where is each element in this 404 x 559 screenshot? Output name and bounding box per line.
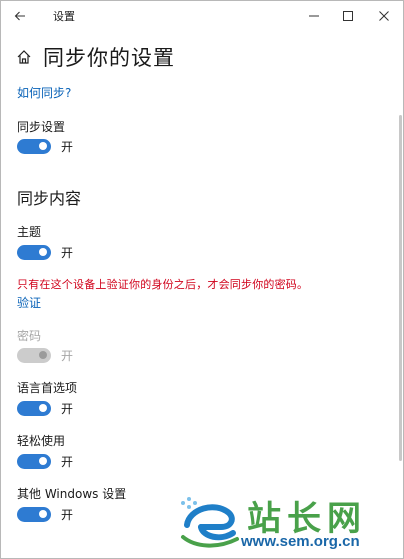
minimize-button[interactable] — [297, 1, 331, 31]
theme-state: 开 — [61, 245, 74, 260]
theme-toggle[interactable] — [17, 244, 51, 260]
page-header: 同步你的设置 — [1, 39, 403, 75]
toggle-knob — [39, 457, 47, 465]
scrollbar-thumb[interactable] — [399, 115, 402, 461]
home-icon[interactable] — [16, 49, 32, 65]
password-warning-text: 只有在这个设备上验证你的身份之后，才会同步你的密码。 — [17, 278, 309, 291]
sync-content-heading: 同步内容 — [17, 189, 82, 208]
other-windows-settings-state: 开 — [61, 507, 74, 522]
ease-of-access-toggle-row: 开 — [17, 451, 73, 471]
back-arrow-icon — [14, 11, 25, 21]
verify-link[interactable]: 验证 — [17, 294, 41, 311]
ease-of-access-label: 轻松使用 — [17, 434, 66, 448]
watermark: 站长网 www.sem.org.cn — [177, 489, 399, 555]
sync-settings-toggle[interactable] — [17, 138, 51, 154]
language-preferences-toggle[interactable] — [17, 400, 51, 416]
language-preferences-state: 开 — [61, 401, 74, 416]
toggle-knob — [39, 142, 47, 150]
settings-content: 如何同步? 同步设置 开 同步内容 主题 开 只有在这个设备上验证你的身份之后，… — [1, 79, 397, 558]
settings-window: 设置 同步你的设置 如何同步? 同步设置 开 同步内容 主题 开 只有在这个设备… — [0, 0, 404, 559]
sync-settings-label: 同步设置 — [17, 120, 66, 134]
maximize-button[interactable] — [331, 1, 365, 31]
toggle-knob — [39, 510, 47, 518]
password-label: 密码 — [17, 329, 42, 343]
sync-settings-state: 开 — [61, 139, 74, 154]
back-button[interactable] — [7, 3, 33, 29]
theme-label: 主题 — [17, 225, 42, 239]
toggle-knob — [39, 404, 47, 412]
close-icon — [379, 11, 389, 21]
watermark-url: www.sem.org.cn — [241, 533, 360, 550]
ease-of-access-toggle[interactable] — [17, 453, 51, 469]
maximize-icon — [343, 11, 353, 21]
language-preferences-toggle-row: 开 — [17, 398, 73, 418]
sync-settings-toggle-row: 开 — [17, 136, 73, 156]
toggle-knob — [39, 351, 47, 359]
how-to-sync-link[interactable]: 如何同步? — [17, 84, 71, 101]
password-state: 开 — [61, 348, 74, 363]
title-bar: 设置 — [1, 1, 403, 31]
language-preferences-label: 语言首选项 — [17, 381, 78, 395]
close-button[interactable] — [367, 1, 401, 31]
app-title: 设置 — [53, 10, 75, 23]
other-windows-settings-toggle[interactable] — [17, 506, 51, 522]
page-title: 同步你的设置 — [43, 46, 175, 70]
minimize-icon — [309, 15, 319, 17]
password-toggle-row: 开 — [17, 345, 73, 365]
other-windows-settings-label: 其他 Windows 设置 — [17, 487, 127, 501]
ease-of-access-state: 开 — [61, 454, 74, 469]
theme-toggle-row: 开 — [17, 242, 73, 262]
password-toggle — [17, 347, 51, 363]
other-windows-settings-toggle-row: 开 — [17, 504, 73, 524]
toggle-knob — [39, 248, 47, 256]
vertical-scrollbar[interactable] — [397, 79, 403, 558]
watermark-logo-icon — [181, 497, 239, 548]
